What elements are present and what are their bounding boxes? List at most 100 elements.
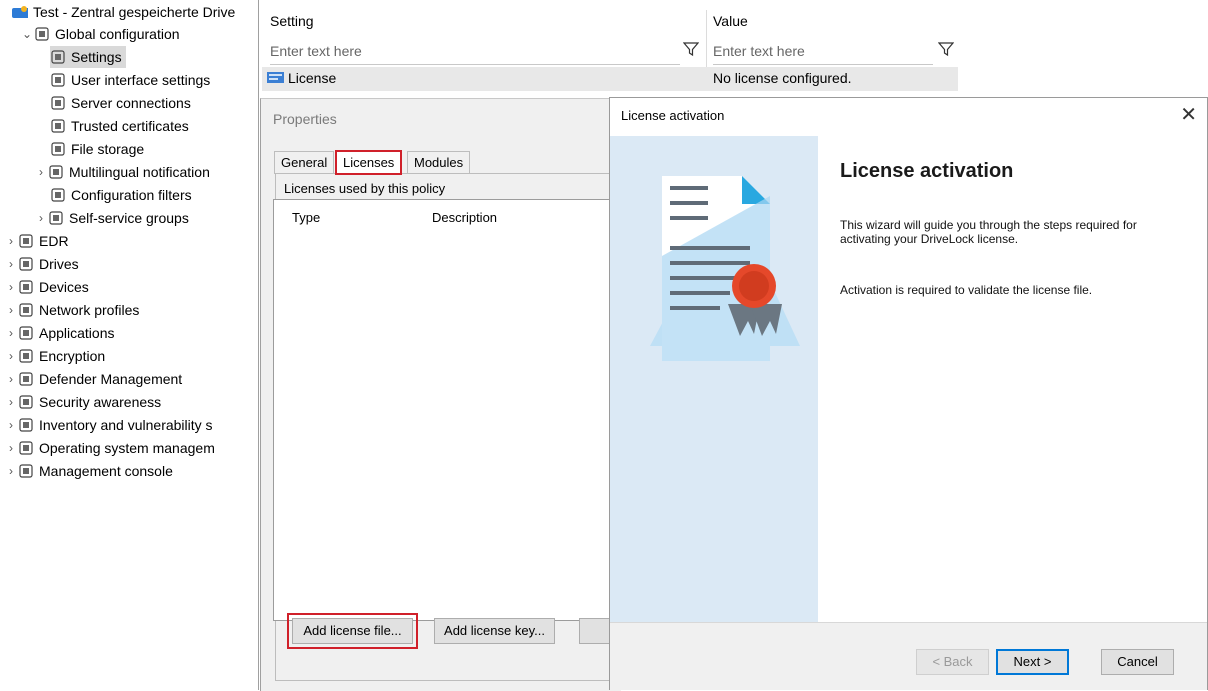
tree-item-label: Self-service groups [69, 210, 189, 226]
chevron-right-icon[interactable]: › [4, 322, 18, 344]
tree-item-label: File storage [71, 141, 145, 157]
tree-item-label: Server connections [71, 95, 191, 111]
chevron-right-icon[interactable]: › [34, 207, 48, 229]
filter-icon[interactable] [937, 41, 956, 59]
table-row[interactable]: License No license configured. [262, 67, 958, 91]
tree-item-label: Security awareness [39, 394, 162, 410]
properties-title: Properties [273, 111, 337, 127]
chevron-right-icon[interactable]: › [4, 391, 18, 413]
chevron-right-icon[interactable]: › [4, 460, 18, 482]
wizard-heading: License activation [840, 160, 1014, 182]
tree-item-label: Configuration filters [71, 187, 192, 203]
filter-icon[interactable] [682, 41, 701, 59]
tree-item[interactable]: Server connections [50, 92, 191, 114]
chevron-right-icon[interactable]: › [4, 276, 18, 298]
gear-group-icon [34, 26, 50, 42]
tree-item[interactable]: › Defender Management [4, 368, 182, 390]
network-icon [18, 302, 34, 318]
tree-item[interactable]: Trusted certificates [50, 115, 189, 137]
shield-icon [18, 371, 34, 387]
tree-item-label: Operating system managem [39, 440, 215, 456]
tree-item[interactable]: › Encryption [4, 345, 105, 367]
row-value-cell: No license configured. [713, 70, 852, 86]
tree-item-label: Devices [39, 279, 89, 295]
policy-icon [12, 4, 28, 20]
next-button[interactable]: Next > [996, 649, 1069, 675]
application-icon [18, 325, 34, 341]
chevron-right-icon[interactable]: › [4, 368, 18, 390]
tree-item[interactable]: › Security awareness [4, 391, 161, 413]
tab-modules[interactable]: Modules [407, 151, 471, 174]
tree-item[interactable]: Configuration filters [50, 184, 192, 206]
console-icon [18, 463, 34, 479]
type-column-header[interactable]: Type [292, 210, 320, 225]
tree-item-label: Encryption [39, 348, 106, 364]
tree-item-label: Management console [39, 463, 173, 479]
notification-icon [48, 164, 64, 180]
tree-item-label: EDR [39, 233, 69, 249]
setting-filter-input[interactable]: Enter text here [270, 38, 680, 65]
tree-item[interactable]: › Self-service groups [34, 207, 189, 229]
back-button[interactable]: < Back [916, 649, 989, 675]
tree-item[interactable]: › Operating system managem [4, 437, 215, 459]
tree-item-label: User interface settings [71, 72, 211, 88]
tree-item[interactable]: › Inventory and vulnerability s [4, 414, 213, 436]
row-setting-cell: License [288, 70, 337, 86]
device-icon [18, 279, 34, 295]
tree-item[interactable]: › EDR [4, 230, 69, 252]
filter-icon [50, 187, 66, 203]
tree-item-label: Trusted certificates [71, 118, 189, 134]
license-list[interactable]: Type Description [273, 199, 615, 621]
chevron-right-icon[interactable]: › [4, 299, 18, 321]
add-license-file-button[interactable]: Add license file... [287, 613, 418, 649]
licenses-group-label: Licenses used by this policy [284, 181, 446, 196]
tree-item[interactable]: › Management console [4, 460, 173, 482]
wizard-intro-text: This wizard will guide you through the s… [840, 218, 1137, 246]
monitor-icon [18, 440, 34, 456]
chevron-right-icon[interactable]: › [4, 230, 18, 252]
chevron-down-icon[interactable]: ⌄ [20, 23, 34, 45]
tree-item[interactable]: › Multilingual notification [34, 161, 210, 183]
add-license-key-button[interactable]: Add license key... [434, 618, 555, 644]
tree-item[interactable]: User interface settings [50, 69, 210, 91]
chevron-right-icon[interactable]: › [34, 161, 48, 183]
setting-column-header[interactable]: Setting [270, 10, 314, 32]
tree-root-label: Test - Zentral gespeicherte Drive [33, 4, 236, 20]
tab-licenses[interactable]: Licenses [334, 150, 403, 175]
drive-icon [18, 256, 34, 272]
tree-item-label: Network profiles [39, 302, 140, 318]
value-filter-input[interactable]: Enter text here [713, 38, 933, 65]
tree-root[interactable]: Test - Zentral gespeicherte Drive [12, 1, 235, 23]
awareness-icon [18, 394, 34, 410]
tree-item[interactable]: › Drives [4, 253, 79, 275]
tree-item[interactable]: Settings [50, 46, 126, 68]
wizard-activation-text: Activation is required to validate the l… [840, 283, 1093, 297]
wizard-footer: < Back Next > Cancel [610, 622, 1207, 690]
settings-icon [50, 49, 66, 65]
cancel-button[interactable]: Cancel [1101, 649, 1174, 675]
license-illustration [610, 136, 818, 622]
server-icon [50, 95, 66, 111]
tree-item-label: Drives [39, 256, 79, 272]
tree-item-label: Defender Management [39, 371, 183, 387]
tree-item-label: Applications [39, 325, 115, 341]
chevron-right-icon[interactable]: › [4, 345, 18, 367]
value-column-header[interactable]: Value [713, 10, 748, 32]
edr-icon [18, 233, 34, 249]
tree-item-label: Multilingual notification [69, 164, 210, 180]
chevron-right-icon[interactable]: › [4, 253, 18, 275]
tree-item[interactable]: › Applications [4, 322, 115, 344]
license-setting-icon [266, 70, 286, 89]
tree-item-label: Settings [71, 49, 122, 65]
tree-item[interactable]: File storage [50, 138, 144, 160]
chevron-right-icon[interactable]: › [4, 437, 18, 459]
chevron-right-icon[interactable]: › [4, 414, 18, 436]
tree-item[interactable]: › Devices [4, 276, 89, 298]
dialog-title: License activation [621, 108, 725, 123]
ui-settings-icon [50, 72, 66, 88]
description-column-header[interactable]: Description [432, 210, 497, 225]
tab-general[interactable]: General [274, 151, 335, 174]
tree-item[interactable]: › Network profiles [4, 299, 139, 321]
close-icon[interactable]: ✕ [1180, 102, 1197, 127]
tree-item[interactable]: ⌄ Global configuration [20, 23, 180, 45]
